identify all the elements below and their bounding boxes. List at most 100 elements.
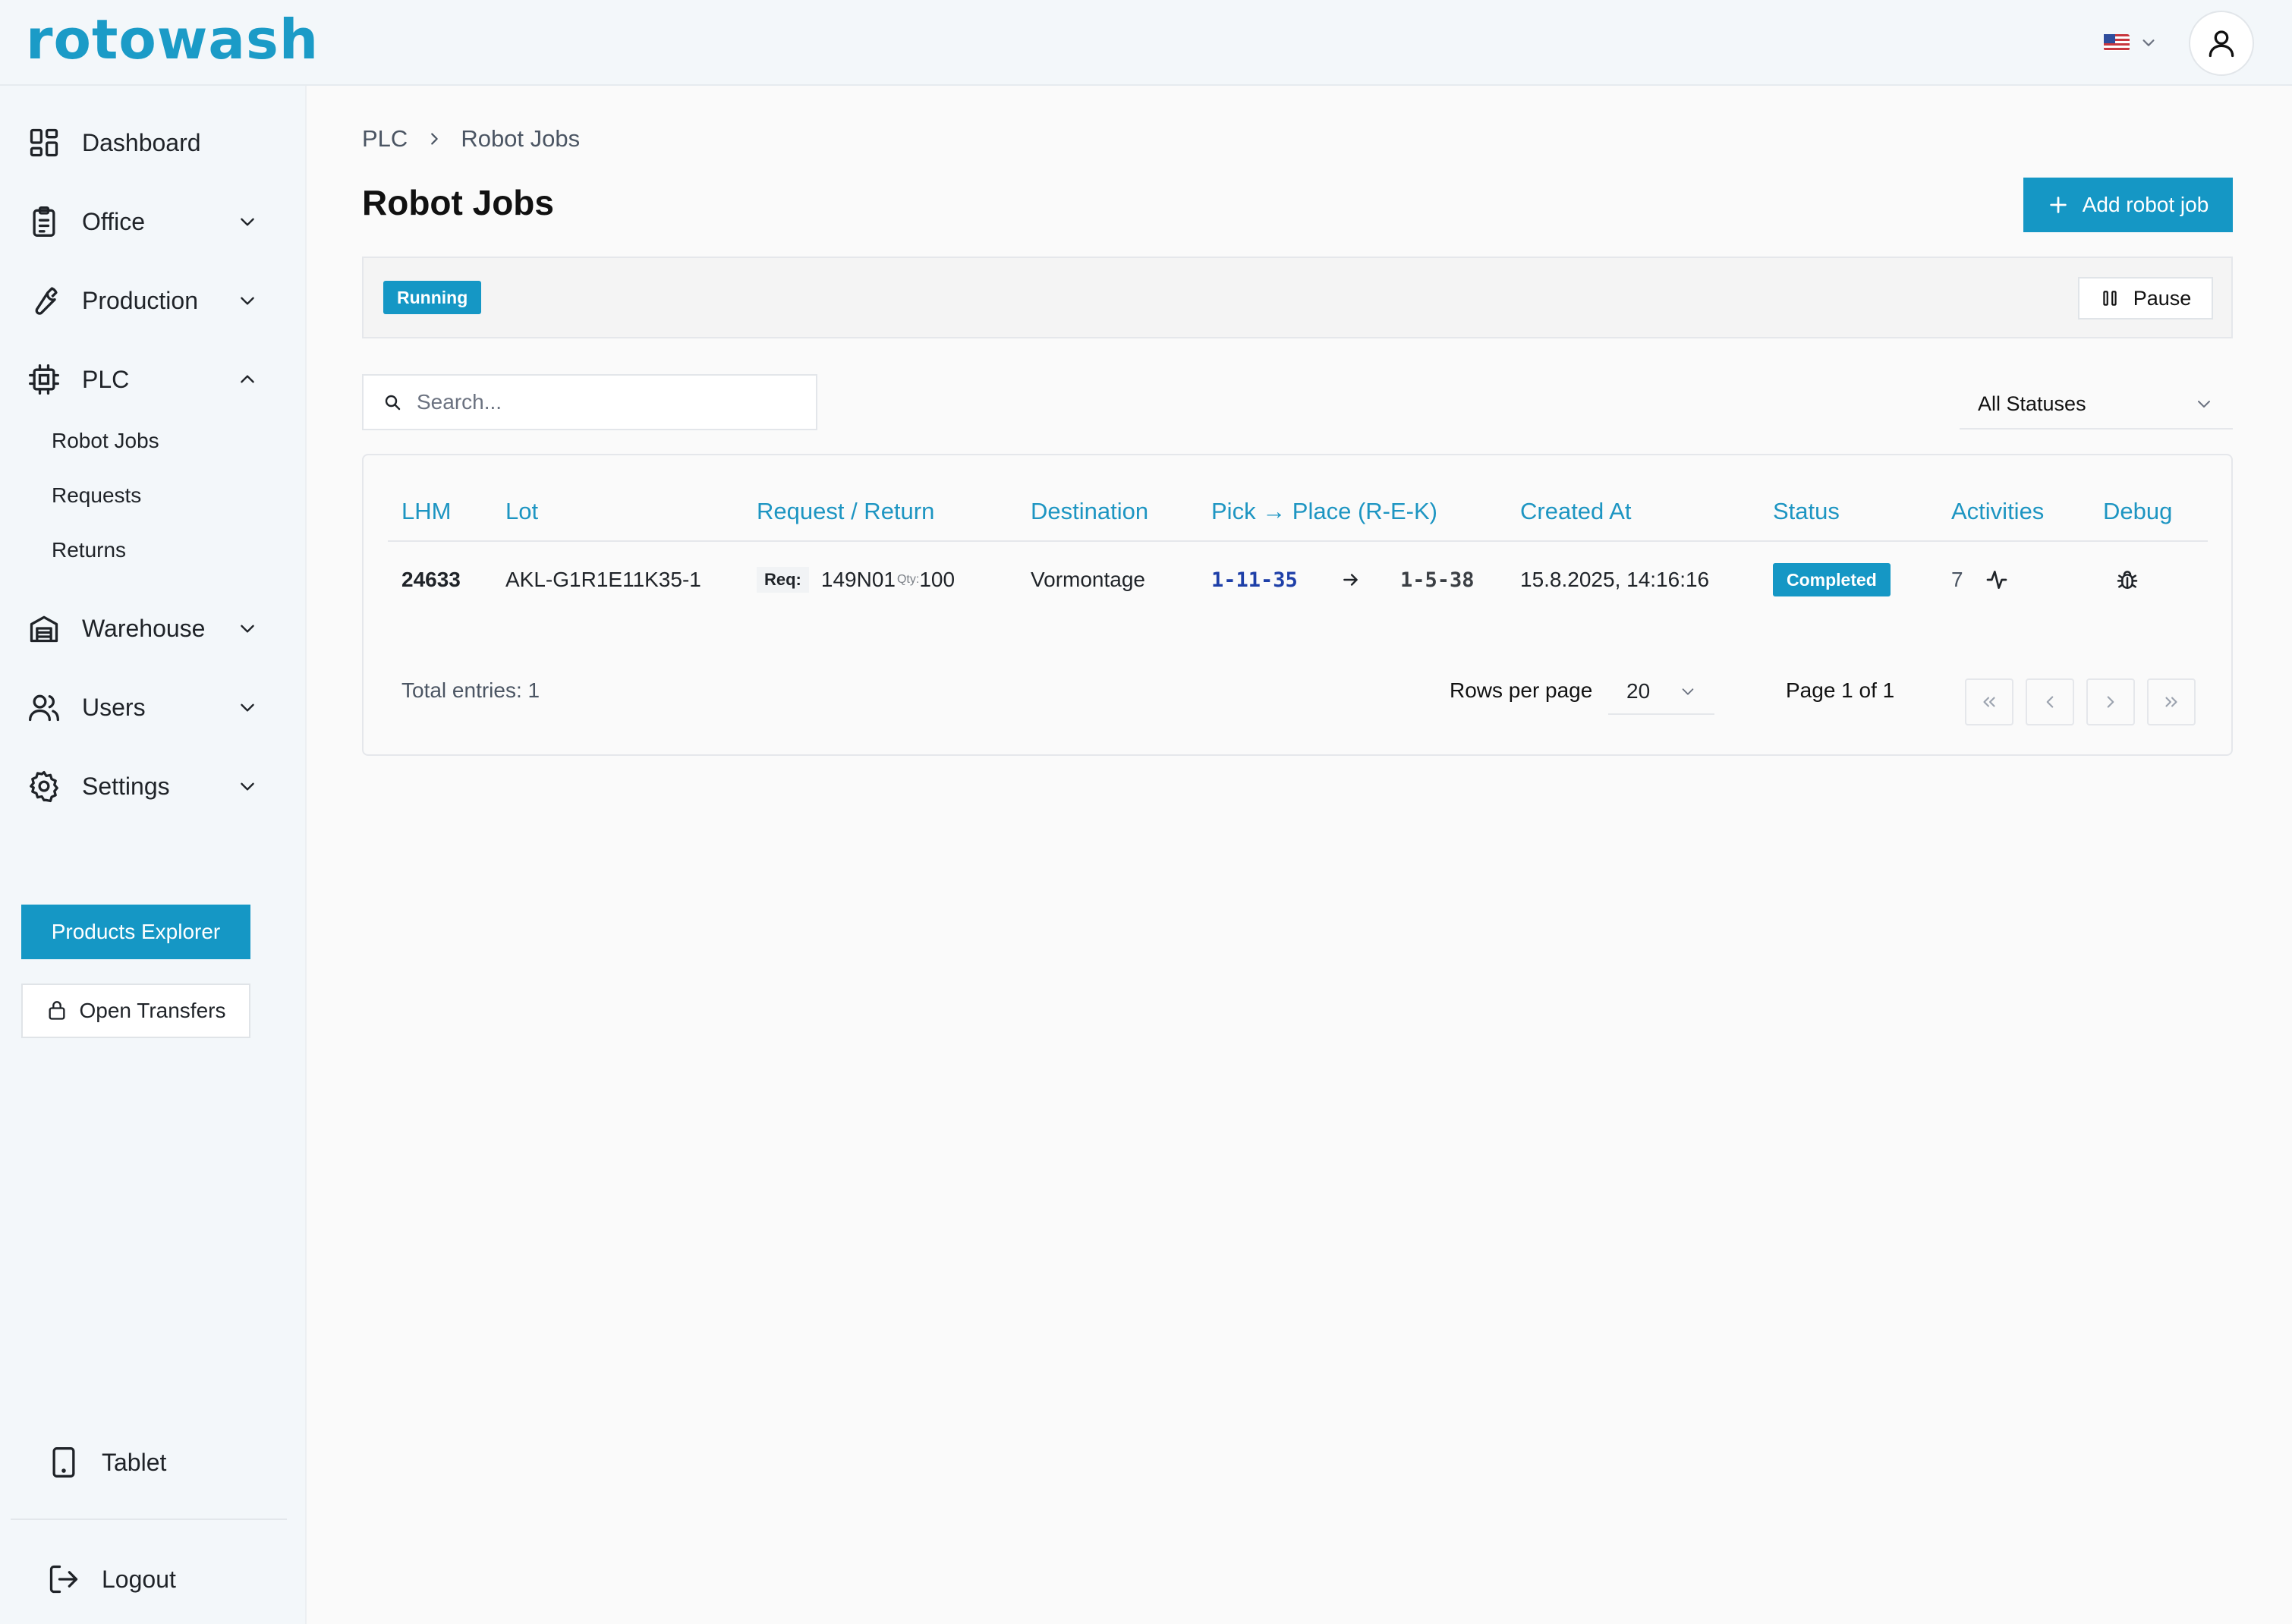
cell-status: Completed: [1773, 563, 1891, 596]
logout-button[interactable]: Logout: [44, 1556, 279, 1602]
next-page-button[interactable]: [2086, 678, 2135, 725]
logout-icon: [44, 1559, 83, 1599]
dashboard-icon: [24, 123, 64, 162]
chip-icon: [24, 360, 64, 399]
wrench-icon: [24, 281, 64, 320]
add-robot-job-label: Add robot job: [2082, 193, 2209, 216]
sidebar-item-dashboard[interactable]: Dashboard: [24, 120, 260, 165]
sidebar-item-users[interactable]: Users: [24, 685, 260, 730]
sidebar-item-tablet[interactable]: Tablet: [44, 1440, 279, 1485]
column-header-created-at[interactable]: Created At: [1520, 498, 1631, 525]
header-divider: [388, 540, 2208, 542]
chevron-right-icon: [2101, 692, 2120, 712]
column-header-pick-place[interactable]: Pick → Place (R-E-K): [1211, 498, 1437, 525]
sidebar-item-label: Office: [82, 207, 145, 235]
cell-request: Req: 149N01 Qty: 100: [757, 565, 955, 595]
status-badge: Running: [383, 281, 482, 314]
plus-icon: [2048, 194, 2069, 216]
sidebar-item-label: Dashboard: [82, 128, 201, 156]
first-page-button[interactable]: [1965, 678, 2013, 725]
chevron-down-icon: [235, 288, 260, 313]
rows-per-page-label: Rows per page: [1450, 678, 1593, 702]
search-input[interactable]: [417, 390, 796, 414]
page-info: Page 1 of 1: [1786, 678, 1895, 702]
activity-icon[interactable]: [1985, 565, 2009, 595]
previous-page-button[interactable]: [2026, 678, 2074, 725]
user-icon: [2205, 27, 2238, 60]
column-header-status[interactable]: Status: [1773, 498, 1840, 525]
column-header-lhm[interactable]: LHM: [401, 498, 451, 525]
chevron-left-icon: [2040, 692, 2060, 712]
sidebar-item-label: Settings: [82, 772, 170, 800]
tablet-icon: [44, 1443, 83, 1482]
robot-jobs-table: LHM Lot Request / Return Destination Pic…: [362, 454, 2233, 756]
chevrons-right-icon: [2161, 692, 2181, 712]
sidebar-divider: [11, 1519, 287, 1520]
column-header-lot[interactable]: Lot: [505, 498, 538, 525]
status-badge: Completed: [1773, 563, 1891, 596]
rows-per-page-value: 20: [1626, 679, 1651, 703]
chevron-down-icon: [2195, 395, 2213, 413]
pause-icon: [2100, 288, 2120, 308]
sidebar-subitem-returns[interactable]: Returns: [52, 538, 126, 562]
warehouse-icon: [24, 609, 64, 648]
user-avatar-button[interactable]: [2189, 11, 2254, 76]
users-icon: [24, 688, 64, 727]
sidebar-item-production[interactable]: Production: [24, 278, 260, 323]
open-transfers-button[interactable]: Open Transfers: [21, 984, 250, 1038]
request-label: Req:: [757, 567, 809, 593]
column-header-activities[interactable]: Activities: [1951, 498, 2044, 525]
breadcrumb: PLC Robot Jobs: [362, 123, 580, 155]
column-header-destination[interactable]: Destination: [1031, 498, 1148, 525]
sidebar-item-label: PLC: [82, 365, 130, 393]
cell-lhm: 24633: [401, 568, 461, 591]
breadcrumb-current: Robot Jobs: [461, 125, 581, 152]
products-explorer-button[interactable]: Products Explorer: [21, 905, 250, 959]
chevron-down-icon: [235, 695, 260, 719]
search-icon: [383, 393, 401, 411]
sidebar-subitem-robot-jobs[interactable]: Robot Jobs: [52, 429, 159, 453]
chevron-down-icon: [235, 209, 260, 234]
gear-icon: [24, 766, 64, 806]
total-entries: Total entries: 1: [401, 678, 540, 702]
last-page-button[interactable]: [2147, 678, 2196, 725]
clipboard-icon: [24, 202, 64, 241]
sidebar-subitem-requests[interactable]: Requests: [52, 483, 141, 508]
search-field[interactable]: [362, 374, 817, 430]
cell-place-location[interactable]: 1-5-38: [1400, 565, 1475, 595]
chevron-down-icon: [235, 616, 260, 640]
sidebar-item-office[interactable]: Office: [24, 199, 260, 244]
sidebar-item-warehouse[interactable]: Warehouse: [24, 606, 260, 651]
breadcrumb-plc[interactable]: PLC: [362, 125, 408, 153]
add-robot-job-button[interactable]: Add robot job: [2023, 178, 2233, 232]
status-filter-select[interactable]: All Statuses: [1960, 379, 2233, 430]
cell-created-at: 15.8.2025, 14:16:16: [1520, 568, 1710, 591]
rows-per-page-select[interactable]: 20: [1608, 669, 1714, 715]
app-logo[interactable]: rotowash: [26, 8, 319, 71]
column-header-request-return[interactable]: Request / Return: [757, 498, 934, 525]
cell-pick-location[interactable]: 1-11-35: [1211, 565, 1298, 595]
sidebar-item-label: Production: [82, 286, 198, 314]
bug-icon[interactable]: [2115, 565, 2139, 595]
robot-status-bar: Running Pause: [362, 257, 2233, 338]
pause-label: Pause: [2133, 286, 2192, 310]
language-selector[interactable]: [2104, 29, 2172, 56]
chevron-down-icon: [2140, 34, 2157, 51]
sidebar-item-label: Users: [82, 693, 146, 721]
sidebar: Dashboard Office Production PLC Robot Jo…: [0, 86, 307, 1624]
pause-button[interactable]: Pause: [2078, 277, 2213, 319]
chevron-down-icon: [235, 774, 260, 798]
qty-value: 100: [919, 568, 956, 591]
chevron-up-icon: [235, 367, 260, 392]
lock-icon: [46, 1000, 68, 1021]
column-header-debug[interactable]: Debug: [2103, 498, 2172, 525]
sidebar-item-settings[interactable]: Settings: [24, 763, 260, 809]
sidebar-item-plc[interactable]: PLC: [24, 357, 260, 402]
open-transfers-label: Open Transfers: [79, 999, 226, 1022]
chevron-right-icon: [426, 131, 442, 147]
sidebar-item-label: Tablet: [102, 1448, 167, 1476]
arrow-right-icon: [1341, 565, 1361, 595]
cell-activities-count: 7: [1951, 568, 1963, 591]
status-filter-value: All Statuses: [1978, 392, 2086, 415]
sidebar-item-label: Warehouse: [82, 614, 206, 642]
